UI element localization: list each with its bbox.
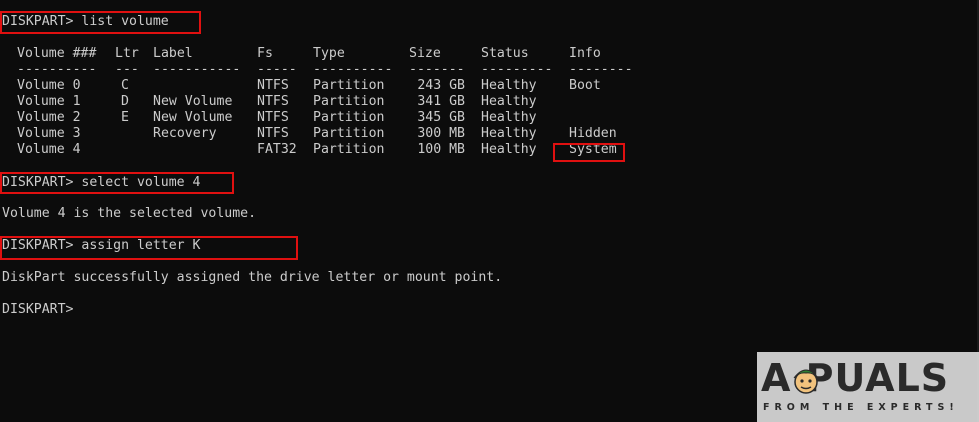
separator-ltr-cell: ---: [115, 62, 139, 77]
table-row-2-type-cell: Partition: [313, 110, 385, 125]
table-row-4-fs-cell: FAT32: [257, 142, 297, 157]
command-list-volume: DISKPART> list volume: [2, 14, 169, 29]
table-row-1-fs-cell: NTFS: [257, 94, 289, 109]
table-row-3-info-cell: Hidden: [569, 126, 617, 141]
header-ltr-cell: Ltr: [115, 46, 139, 61]
mascot-icon: [793, 369, 819, 394]
table-row-2-ltr-cell: E: [121, 110, 129, 125]
table-row-2-status-cell: Healthy: [481, 110, 537, 125]
table-row-0-info-cell: Boot: [569, 78, 601, 93]
table-row-1-label-cell: New Volume: [153, 94, 233, 109]
table-row-3-status-cell: Healthy: [481, 126, 537, 141]
table-row-0-status-cell: Healthy: [481, 78, 537, 93]
table-row-3-label-cell: Recovery: [153, 126, 217, 141]
separator-status-cell: ---------: [481, 62, 553, 77]
table-row-1-size-cell: 341 GB: [417, 94, 465, 109]
table-row-4-size-cell: 100 MB: [417, 142, 465, 157]
command-select-volume: DISKPART> select volume 4: [2, 175, 201, 190]
header-volume-cell: Volume ###: [17, 46, 97, 61]
separator-label-cell: -----------: [153, 62, 241, 77]
table-row-3-volume-cell: Volume 3: [17, 126, 81, 141]
header-label-cell: Label: [153, 46, 193, 61]
header-fs-cell: Fs: [257, 46, 273, 61]
table-row-1-ltr-cell: D: [121, 94, 129, 109]
table-row-4-type-cell: Partition: [313, 142, 385, 157]
header-size-cell: Size: [409, 46, 441, 61]
table-row-4-status-cell: Healthy: [481, 142, 537, 157]
table-row-0-ltr-cell: C: [121, 78, 129, 93]
command-assign-letter: DISKPART> assign letter K: [2, 238, 201, 253]
header-info-cell: Info: [569, 46, 601, 61]
table-row-3-size-cell: 300 MB: [417, 126, 465, 141]
console-window[interactable]: { "console": { "cmd1": "DISKPART> list v…: [0, 0, 979, 422]
watermark-logo: A PUALS: [761, 356, 950, 400]
table-row-0-type-cell: Partition: [313, 78, 385, 93]
table-row-0-volume-cell: Volume 0: [17, 78, 81, 93]
separator-volume-cell: ----------: [17, 62, 97, 77]
header-status-cell: Status: [481, 46, 529, 61]
separator-fs-cell: -----: [257, 62, 297, 77]
table-row-2-label-cell: New Volume: [153, 110, 233, 125]
separator-info-cell: --------: [569, 62, 633, 77]
table-row-1-status-cell: Healthy: [481, 94, 537, 109]
table-row-4-volume-cell: Volume 4: [17, 142, 81, 157]
command-prompt[interactable]: DISKPART>: [2, 302, 73, 318]
table-row-1-volume-cell: Volume 1: [17, 94, 81, 109]
table-row-1-type-cell: Partition: [313, 94, 385, 109]
header-type-cell: Type: [313, 46, 345, 61]
watermark: A PUALS FROM THE EXPERTS!: [757, 352, 979, 422]
table-row-2-fs-cell: NTFS: [257, 110, 289, 125]
output-selected-volume: Volume 4 is the selected volume.: [2, 206, 257, 221]
table-row-3-fs-cell: NTFS: [257, 126, 289, 141]
separator-size-cell: -------: [409, 62, 465, 77]
output-assign-success: DiskPart successfully assigned the drive…: [2, 270, 503, 285]
table-row-2-volume-cell: Volume 2: [17, 110, 81, 125]
table-row-4-info-cell: System: [569, 142, 617, 157]
table-row-0-fs-cell: NTFS: [257, 78, 289, 93]
watermark-tagline: FROM THE EXPERTS!: [763, 402, 959, 413]
separator-type-cell: ----------: [313, 62, 393, 77]
table-row-3-type-cell: Partition: [313, 126, 385, 141]
table-row-0-size-cell: 243 GB: [417, 78, 465, 93]
table-row-2-size-cell: 345 GB: [417, 110, 465, 125]
